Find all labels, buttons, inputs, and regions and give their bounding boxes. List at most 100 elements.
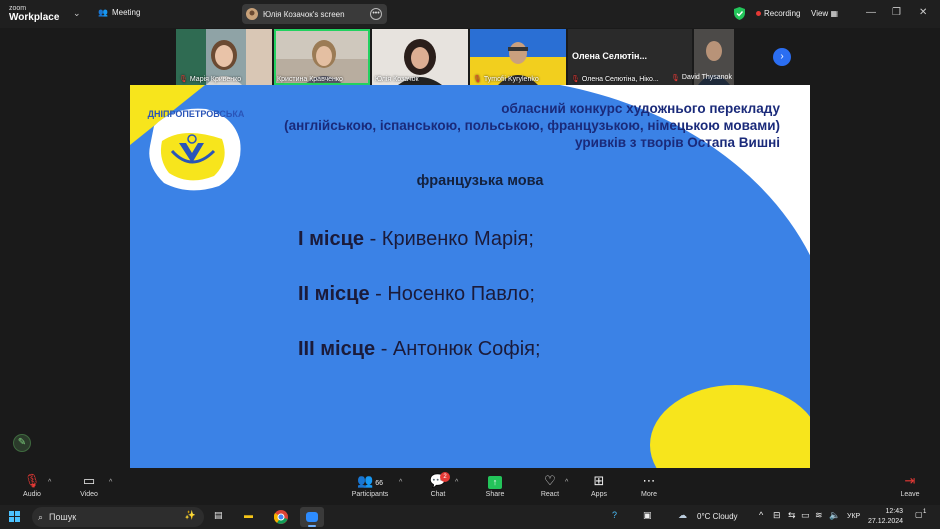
- search-placeholder: Пошук: [49, 512, 77, 522]
- shared-slide: ДНІПРОПЕТРОВСЬКА обласний конкурс художн…: [130, 85, 810, 468]
- heart-icon: ♡: [544, 473, 556, 488]
- participant-name-label: 🎙 Олена Селютіна, Ніко...: [571, 75, 659, 84]
- video-options-caret-icon[interactable]: ^: [109, 479, 112, 486]
- volume-icon[interactable]: 🔈: [829, 510, 840, 521]
- share-screen-icon: ↑: [483, 473, 507, 489]
- audio-button[interactable]: 🎙 Audio: [20, 473, 44, 498]
- react-button[interactable]: ♡ React: [538, 473, 562, 498]
- mic-muted-icon: 🎙: [179, 76, 188, 83]
- next-participants-button[interactable]: ›: [773, 48, 791, 66]
- react-label: React: [540, 491, 560, 498]
- chrome-icon[interactable]: [274, 510, 288, 524]
- view-button[interactable]: View ▦: [811, 9, 838, 18]
- react-options-caret-icon[interactable]: ^: [565, 479, 568, 486]
- apps-label: Apps: [591, 491, 607, 498]
- gallery-icon[interactable]: ▣: [643, 510, 652, 521]
- participants-label: Participants: [351, 491, 389, 498]
- zoom-brand[interactable]: zoom Workplace: [9, 4, 60, 23]
- close-icon[interactable]: ✕: [919, 7, 927, 18]
- slide-title: обласний конкурс художнього перекладу (а…: [284, 100, 780, 151]
- leave-button[interactable]: ⇥ Leave: [898, 473, 922, 498]
- mic-muted-icon: 🎙: [473, 76, 482, 83]
- meeting-tab[interactable]: 👥 Meeting: [98, 8, 140, 17]
- leave-label: Leave: [900, 491, 920, 498]
- brand-line-2: Workplace: [9, 12, 60, 23]
- zoom-taskbar-icon[interactable]: [300, 507, 324, 527]
- shared-screen-pill[interactable]: Юлія Козачок's screen •••: [242, 4, 387, 24]
- place-first: I місце - Кривенко Марія;: [298, 228, 534, 251]
- share-label: Share: [485, 491, 505, 498]
- participants-icon: 👥 66: [357, 473, 383, 488]
- participant-name: David Thysanok: [681, 74, 732, 81]
- clock-date: 27.12.2024: [868, 518, 904, 525]
- participants-count: 66: [375, 480, 383, 487]
- participant-name: Марія Кривенко: [189, 75, 242, 83]
- participant-name-label: 🎙 Марія Кривенко: [179, 75, 242, 84]
- more-options-icon[interactable]: •••: [370, 8, 382, 20]
- leave-door-icon: ⇥: [904, 473, 916, 488]
- slide-title-line-1: обласний конкурс художнього перекладу: [501, 101, 780, 116]
- participants-options-caret-icon[interactable]: ^: [399, 479, 402, 486]
- share-button[interactable]: ↑ Share: [483, 473, 507, 498]
- restore-icon[interactable]: ❐: [892, 7, 901, 18]
- annotate-pen-icon[interactable]: ✎: [13, 434, 31, 452]
- more-button[interactable]: ⋯ More: [637, 473, 661, 498]
- participant-name-label: 🎙 Tymofii Kyrylenko: [473, 75, 539, 84]
- network-icon[interactable]: ▭: [801, 510, 810, 521]
- view-label: View: [811, 9, 829, 18]
- place-rank: I місце: [298, 228, 365, 250]
- more-dots-icon: ⋯: [642, 473, 656, 488]
- task-view-icon[interactable]: ▤: [214, 510, 223, 521]
- participant-name-label: Кристина Кравченко: [277, 76, 343, 83]
- wifi-icon[interactable]: ≋: [815, 510, 823, 521]
- participants-icon: 👥: [98, 8, 108, 17]
- taskbar-search[interactable]: ⌕ Пошук ✨: [32, 507, 204, 527]
- audio-options-caret-icon[interactable]: ^: [48, 479, 51, 486]
- place-rank: II місце: [298, 283, 370, 305]
- tray-app-icon[interactable]: ⊟: [773, 510, 781, 521]
- notification-icon[interactable]: ▢: [915, 510, 923, 519]
- video-button[interactable]: ▭ Video: [77, 473, 101, 498]
- video-camera-icon: ▭: [82, 473, 96, 488]
- place-winner: - Носенко Павло;: [375, 283, 535, 305]
- weather-text[interactable]: 0°C Cloudy: [697, 512, 738, 521]
- recording-indicator[interactable]: Recording: [756, 9, 800, 18]
- participants-button[interactable]: 👥 66 Participants: [347, 473, 393, 498]
- participant-name: Юлія Козачок: [375, 76, 419, 83]
- tray-chevron-icon[interactable]: ^: [759, 510, 763, 520]
- file-explorer-icon[interactable]: ▬: [244, 510, 253, 520]
- place-third: III місце - Антонюк Софія;: [298, 338, 541, 361]
- language-indicator[interactable]: УКР: [847, 513, 860, 520]
- search-highlight-icon: ✨: [184, 510, 196, 520]
- participant-tile[interactable]: 🎙 Tymofii Kyrylenko: [470, 29, 566, 85]
- usb-icon[interactable]: ⇆: [788, 510, 796, 521]
- slide-subtitle: французька мова: [416, 173, 544, 189]
- screen-share-user-icon: [246, 8, 258, 20]
- search-icon: ⌕: [38, 511, 44, 522]
- mic-muted-icon: 🎙: [23, 473, 41, 488]
- participant-display-title: Олена Селютін...: [572, 51, 647, 61]
- place-winner: - Кривенко Марія;: [369, 228, 534, 250]
- apps-button[interactable]: ⊞ Apps: [587, 473, 611, 498]
- logo-text: ДНІПРОПЕТРОВСЬКА: [148, 109, 244, 119]
- clock[interactable]: 12:43 27.12.2024: [868, 507, 903, 527]
- participant-name-label: Юлія Козачок: [375, 76, 419, 83]
- participant-tile[interactable]: 🎙 Марія Кривенко: [176, 29, 272, 85]
- grid-view-icon: ▦: [830, 9, 838, 18]
- slide-title-line-2: (англійською, іспанською, польською, фра…: [284, 118, 780, 133]
- security-shield-icon[interactable]: [734, 7, 745, 20]
- minimize-icon[interactable]: —: [866, 7, 876, 18]
- participant-tile[interactable]: Кристина Кравченко: [274, 29, 370, 85]
- shared-screen-title: Юлія Козачок's screen: [263, 9, 345, 19]
- audio-label: Audio: [23, 491, 41, 498]
- more-label: More: [641, 491, 657, 498]
- participant-tile[interactable]: Юлія Козачок: [372, 29, 468, 85]
- clock-time: 12:43: [885, 508, 904, 515]
- meeting-toolbar: 🎙 Audio ^ ▭ Video ^ 👥 66 Participants ^ 💬…: [0, 469, 940, 505]
- recording-label: Recording: [764, 9, 801, 18]
- windows-start-icon[interactable]: [9, 511, 20, 522]
- chat-options-caret-icon[interactable]: ^: [455, 479, 458, 486]
- recording-dot-icon: [756, 11, 761, 16]
- help-icon[interactable]: ?: [612, 510, 617, 520]
- chevron-down-icon[interactable]: ⌄: [73, 8, 81, 19]
